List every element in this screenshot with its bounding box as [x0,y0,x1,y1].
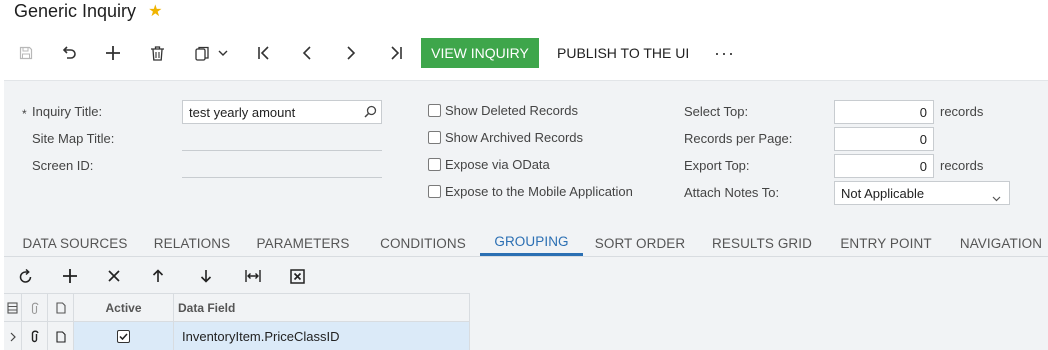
row-selector-header-icon[interactable] [4,294,22,322]
select-top-value: 0 [919,104,927,120]
clipboard-icon [194,46,209,61]
main-toolbar: VIEW INQUIRY PUBLISH TO THE UI ··· [0,38,1048,68]
export-top-label: Export Top: [684,158,750,173]
site-map-title-field[interactable] [182,150,382,151]
screen-id-label: Screen ID: [32,158,94,173]
move-up-icon[interactable] [148,266,168,286]
tab-parameters[interactable]: PARAMETERS [254,229,352,257]
title-bar: Generic Inquiry ★ [14,0,162,22]
note-header-icon [48,294,74,322]
more-actions-button[interactable]: ··· [714,38,735,68]
row-data-field-cell[interactable]: InventoryItem.PriceClassID [174,322,470,350]
grid-toolbar [4,258,1048,293]
tab-entry-point[interactable]: ENTRY POINT [838,229,934,257]
first-record-icon[interactable] [254,38,274,68]
column-data-field-header[interactable]: Data Field [174,294,470,322]
show-deleted-checkbox[interactable]: Show Deleted Records [428,103,578,118]
add-icon[interactable] [103,38,123,68]
expose-odata-label: Expose via OData [445,157,550,172]
row-note-icon[interactable] [48,322,74,350]
inquiry-title-label: Inquiry Title: [32,104,103,119]
next-record-icon[interactable] [341,38,361,68]
grid-header: Active Data Field [4,293,470,322]
show-deleted-label: Show Deleted Records [445,103,578,118]
save-icon[interactable] [16,38,36,68]
inquiry-title-field[interactable]: test yearly amount [182,100,382,124]
show-archived-checkbox[interactable]: Show Archived Records [428,130,583,145]
chevron-down-icon [992,190,1001,205]
checkbox-box[interactable] [428,131,441,144]
checkbox-box[interactable] [428,185,441,198]
tab-conditions[interactable]: CONDITIONS [374,229,472,257]
tab-navigation[interactable]: NAVIGATION [956,229,1046,257]
export-top-field[interactable]: 0 [834,154,934,178]
delete-icon[interactable] [147,38,167,68]
publish-to-ui-button[interactable]: PUBLISH TO THE UI [557,38,689,68]
grouping-grid: Active Data Field InventoryItem.PriceCla… [4,293,470,350]
tab-data-sources[interactable]: DATA SOURCES [16,229,134,257]
tab-sort-order[interactable]: SORT ORDER [594,229,686,257]
expose-mobile-checkbox[interactable]: Expose to the Mobile Application [428,184,633,199]
search-icon[interactable] [364,105,377,121]
tab-results-grid[interactable]: RESULTS GRID [710,229,814,257]
inquiry-form-panel: * Inquiry Title: test yearly amount Site… [4,80,1048,350]
export-top-suffix: records [940,158,984,173]
export-top-value: 0 [919,158,927,174]
table-row[interactable]: InventoryItem.PriceClassID [4,322,470,350]
page-title: Generic Inquiry [14,0,137,21]
tab-grouping[interactable]: GROUPING [480,229,583,256]
column-active-header[interactable]: Active [74,294,174,322]
row-active-checkbox[interactable] [74,322,174,350]
row-expand-chevron-icon[interactable] [4,322,22,350]
previous-record-icon[interactable] [297,38,317,68]
records-per-page-value: 0 [919,131,927,147]
undo-icon[interactable] [59,38,79,68]
required-marker: * [22,107,27,121]
add-row-icon[interactable] [60,266,80,286]
records-per-page-label: Records per Page: [684,131,793,146]
last-record-icon[interactable] [386,38,406,68]
screen-id-field[interactable] [182,177,382,178]
export-excel-icon[interactable] [287,266,307,286]
expose-mobile-label: Expose to the Mobile Application [445,184,633,199]
copy-paste-dropdown[interactable] [190,38,232,68]
attach-notes-label: Attach Notes To: [684,185,780,200]
attachment-header-icon [22,294,48,322]
refresh-icon[interactable] [16,266,36,286]
checkbox-checked-icon [117,330,130,343]
site-map-title-label: Site Map Title: [32,131,115,146]
checkbox-box[interactable] [428,158,441,171]
select-top-label: Select Top: [684,104,749,119]
checkbox-box[interactable] [428,104,441,117]
tab-bar: DATA SOURCES RELATIONS PARAMETERS CONDIT… [4,229,1048,257]
attach-notes-select[interactable]: Not Applicable [834,181,1010,205]
show-archived-label: Show Archived Records [445,130,584,145]
inquiry-title-value: test yearly amount [189,104,296,120]
favorite-star-icon[interactable]: ★ [148,1,162,21]
view-inquiry-button[interactable]: VIEW INQUIRY [421,38,539,68]
move-down-icon[interactable] [196,266,216,286]
records-per-page-field[interactable]: 0 [834,127,934,151]
fit-columns-icon[interactable] [243,266,263,286]
chevron-down-icon [218,50,227,56]
expose-odata-checkbox[interactable]: Expose via OData [428,157,550,172]
select-top-suffix: records [940,104,984,119]
select-top-field[interactable]: 0 [834,100,934,124]
row-attachment-icon[interactable] [22,322,48,350]
attach-notes-value: Not Applicable [841,185,925,201]
delete-row-icon[interactable] [104,266,124,286]
tab-relations[interactable]: RELATIONS [149,229,235,257]
